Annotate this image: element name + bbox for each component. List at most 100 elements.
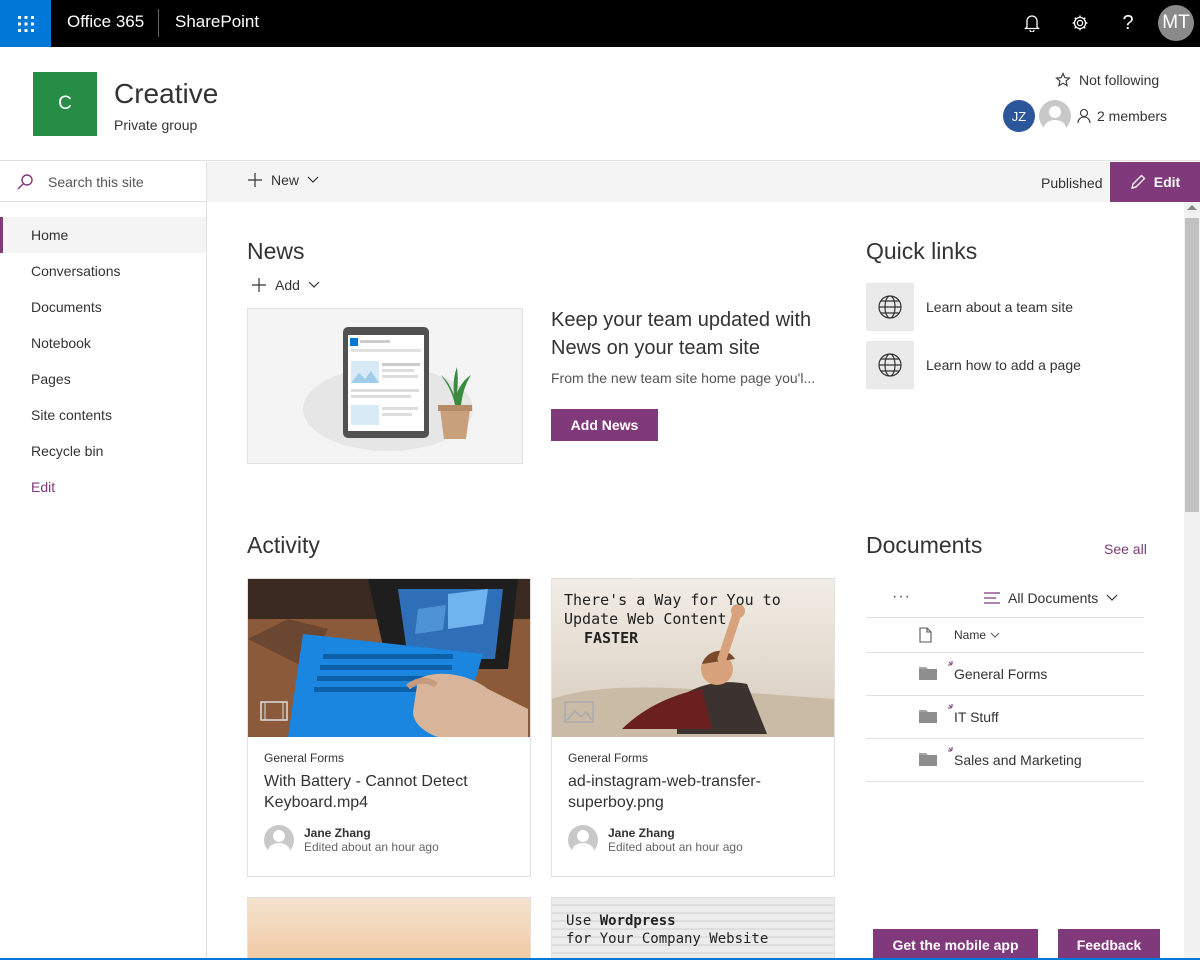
suite-bar: Office 365 SharePoint ? MT	[0, 0, 1200, 47]
bell-icon[interactable]	[1020, 11, 1044, 35]
members-area[interactable]: JZ 2 members	[1003, 100, 1167, 132]
member-avatar-default[interactable]	[1039, 100, 1071, 132]
edited-time: Edited about an hour ago	[304, 840, 439, 854]
activity-card-partial[interactable]	[247, 897, 531, 960]
site-logo[interactable]: C	[33, 72, 97, 136]
folder-icon	[919, 753, 937, 766]
document-name: General Forms	[954, 666, 1048, 682]
follow-label: Not following	[1079, 72, 1160, 88]
nav-item-home[interactable]: Home	[0, 217, 206, 253]
folder-icon	[919, 710, 937, 723]
globe-icon	[866, 341, 914, 389]
document-name: Sales and Marketing	[954, 752, 1082, 768]
star-icon	[1055, 72, 1071, 87]
command-bar: New Published Edit	[207, 162, 1200, 202]
page-scrollbar-thumb[interactable]	[1185, 218, 1199, 512]
feedback-button[interactable]: Feedback	[1058, 929, 1160, 960]
edit-page-button[interactable]: Edit	[1110, 162, 1200, 202]
activity-card-partial[interactable]: Use Wordpress for Your Company Website	[551, 897, 835, 960]
new-button[interactable]: New	[247, 172, 319, 188]
document-row[interactable]: General Forms	[866, 653, 1144, 696]
pencil-icon	[1130, 174, 1146, 189]
add-label: Add	[275, 277, 300, 293]
gear-icon[interactable]	[1068, 11, 1092, 35]
person-icon	[1077, 108, 1091, 124]
new-label: New	[271, 172, 300, 188]
member-avatar-jz[interactable]: JZ	[1003, 100, 1035, 132]
quick-links-heading[interactable]: Quick links	[866, 238, 977, 265]
publish-status: Published	[1041, 175, 1103, 191]
card-library: General Forms	[568, 751, 649, 765]
view-label: All Documents	[1008, 590, 1099, 606]
file-type-icon[interactable]	[919, 627, 932, 643]
image-caption: There's a Way for You to Update Web Cont…	[564, 591, 781, 647]
document-row[interactable]: Sales and Marketing	[866, 739, 1144, 782]
members-link[interactable]: 2 members	[1077, 108, 1167, 124]
quick-link-add-page[interactable]: Learn how to add a page	[866, 341, 1146, 389]
chevron-down-icon	[308, 281, 320, 288]
quick-link-team-site[interactable]: Learn about a team site	[866, 283, 1146, 331]
more-options-icon[interactable]: ···	[892, 588, 911, 606]
app-title[interactable]: SharePoint	[175, 12, 259, 32]
plus-icon	[248, 173, 262, 187]
suite-title[interactable]: Office 365	[67, 12, 144, 32]
news-heading[interactable]: News	[247, 238, 305, 265]
author-avatar	[264, 825, 294, 855]
site-subtitle: Private group	[114, 117, 198, 133]
author-name: Jane Zhang	[304, 826, 371, 840]
globe-icon	[866, 283, 914, 331]
search-box[interactable]: Search this site	[0, 162, 206, 202]
nav-item-conversations[interactable]: Conversations	[0, 253, 206, 289]
activity-card[interactable]: There's a Way for You to Update Web Cont…	[551, 578, 835, 877]
news-description: From the new team site home page you'l..…	[551, 370, 816, 386]
app-launcher-icon[interactable]	[0, 0, 51, 47]
author-name: Jane Zhang	[608, 826, 675, 840]
site-header: C Creative Private group Not following J…	[0, 47, 1200, 161]
nav-item-notebook[interactable]: Notebook	[0, 325, 206, 361]
news-illustration	[247, 308, 523, 464]
scroll-up-arrow-icon[interactable]	[1187, 205, 1197, 210]
name-column-header[interactable]: Name	[954, 628, 1000, 642]
chevron-down-icon	[1106, 594, 1118, 601]
suite-divider	[158, 9, 159, 37]
nav-item-pages[interactable]: Pages	[0, 361, 206, 397]
search-icon	[17, 173, 33, 189]
news-add-button[interactable]: Add	[251, 277, 320, 293]
card-thumbnail	[248, 579, 530, 737]
chevron-down-icon	[990, 632, 1000, 638]
card-title[interactable]: ad-instagram-web-transfer-superboy.png	[568, 771, 818, 813]
nav-item-documents[interactable]: Documents	[0, 289, 206, 325]
nav-item-site-contents[interactable]: Site contents	[0, 397, 206, 433]
plus-icon	[252, 278, 266, 292]
view-selector[interactable]: All Documents	[984, 590, 1118, 606]
help-icon[interactable]: ?	[1116, 11, 1140, 35]
edited-time: Edited about an hour ago	[608, 840, 743, 854]
author-avatar	[568, 825, 598, 855]
quick-link-label: Learn about a team site	[926, 299, 1074, 315]
quick-link-label: Learn how to add a page	[926, 357, 1081, 373]
card-library: General Forms	[264, 751, 345, 765]
search-input[interactable]: Search this site	[48, 174, 144, 190]
activity-heading[interactable]: Activity	[247, 532, 320, 559]
card-title[interactable]: With Battery - Cannot Detect Keyboard.mp…	[264, 771, 514, 813]
document-row[interactable]: IT Stuff	[866, 696, 1144, 739]
members-label: 2 members	[1097, 108, 1168, 124]
nav-edit-link[interactable]: Edit	[0, 469, 206, 505]
see-all-link[interactable]: See all	[1104, 541, 1147, 557]
news-headline[interactable]: Keep your team updated with News on your…	[551, 306, 831, 362]
user-avatar[interactable]: MT	[1158, 5, 1194, 41]
nav-item-recycle-bin[interactable]: Recycle bin	[0, 433, 206, 469]
folder-icon	[919, 667, 937, 680]
card-thumbnail	[248, 898, 530, 959]
get-mobile-app-button[interactable]: Get the mobile app	[873, 929, 1038, 960]
edit-label: Edit	[1153, 174, 1181, 190]
documents-toolbar: ··· All Documents	[866, 584, 1144, 618]
documents-column-header: Name	[866, 619, 1144, 653]
activity-card[interactable]: General Forms With Battery - Cannot Dete…	[247, 578, 531, 877]
add-news-button[interactable]: Add News	[551, 409, 658, 441]
chevron-down-icon	[307, 176, 319, 183]
site-title[interactable]: Creative	[114, 78, 218, 110]
documents-heading[interactable]: Documents	[866, 532, 982, 559]
follow-button[interactable]: Not following	[1055, 72, 1159, 88]
list-view-icon	[984, 592, 1000, 604]
